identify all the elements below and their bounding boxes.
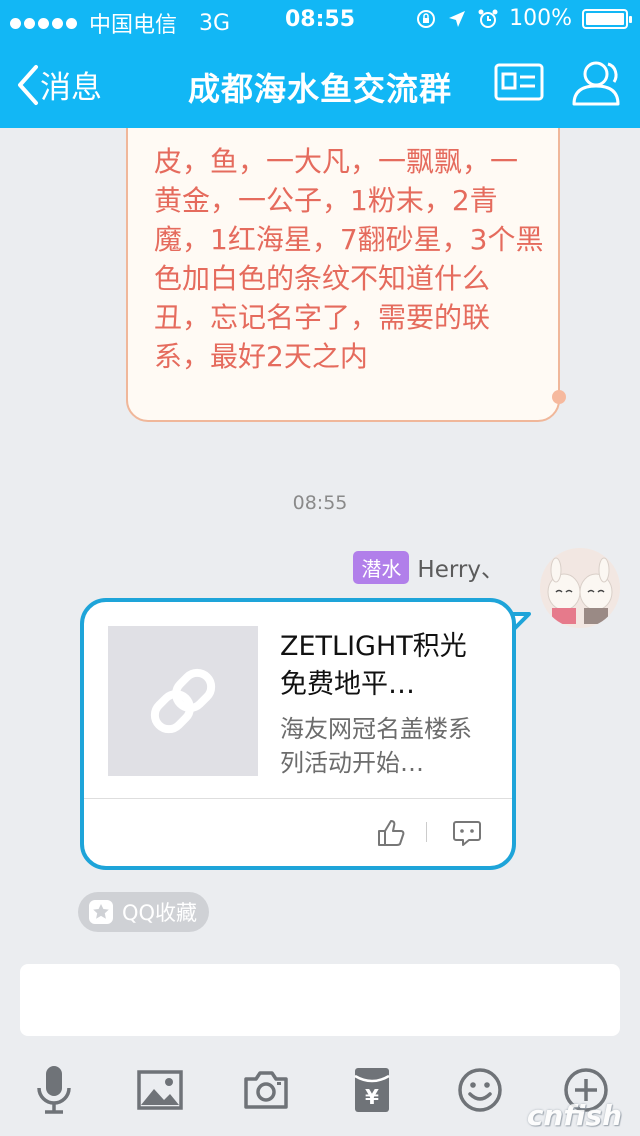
camera-button[interactable] [240, 1064, 292, 1116]
card-description: 海友网冠名盖楼系列活动开始… [280, 715, 472, 777]
avatar[interactable] [540, 548, 620, 628]
photo-button[interactable] [134, 1064, 186, 1116]
action-separator [426, 822, 427, 842]
message-timestamp: 08:55 [292, 492, 348, 514]
card-divider [84, 798, 512, 799]
watermark: cnfish [526, 1099, 622, 1132]
card-actions [84, 800, 512, 866]
like-button[interactable] [376, 818, 406, 852]
microphone-icon [37, 1066, 71, 1114]
group-profile-button[interactable] [494, 62, 544, 106]
red-packet-button[interactable]: ¥ [346, 1064, 398, 1116]
link-thumbnail [108, 626, 258, 776]
page-title: 成都海水鱼交流群 [187, 70, 452, 108]
red-packet-icon: ¥ [354, 1068, 390, 1112]
chat-area[interactable]: 皮，鱼，一大凡，一飘飘，一黄金，一公子，1粉末，2青魔，1红海星，7翻砂星，3个… [0, 128, 640, 960]
previous-message-bubble[interactable]: 皮，鱼，一大凡，一飘飘，一黄金，一公子，1粉末，2青魔，1红海星，7翻砂星，3个… [126, 128, 566, 422]
image-icon [137, 1070, 183, 1110]
user-icon [572, 61, 620, 106]
sender-name: Herry、 [417, 557, 504, 583]
comment-button[interactable] [452, 818, 482, 852]
member-level-badge: 潜水 [353, 550, 410, 584]
qq-favorite-chip[interactable]: QQ收藏 [78, 892, 210, 932]
link-icon [150, 668, 216, 734]
rotation-lock-icon [417, 9, 436, 28]
thumbs-up-icon [378, 820, 405, 846]
input-toolbar: ¥ cnfish [0, 1050, 640, 1136]
voice-button[interactable] [28, 1064, 80, 1116]
shared-link-card[interactable]: ZETLIGHT积光免费地平… 海友网冠名盖楼系列活动开始… [80, 598, 516, 870]
battery-percent: 100% [509, 6, 572, 31]
location-arrow-icon [449, 10, 466, 27]
emoji-button[interactable] [454, 1064, 506, 1116]
sender-info: 潜水 Herry、 [353, 550, 504, 584]
card-title: ZETLIGHT积光免费地平… [280, 631, 467, 700]
alarm-icon [478, 9, 498, 28]
comment-icon [453, 821, 481, 846]
status-bar: 中国电信 3G 08:55 100% [0, 0, 640, 40]
message-input[interactable] [20, 964, 620, 1036]
group-members-button[interactable] [568, 58, 626, 112]
qq-favorite-label: QQ收藏 [122, 901, 198, 925]
battery-icon [582, 8, 632, 29]
avatar-image [540, 548, 620, 628]
star-icon [89, 900, 113, 924]
bubble-decoration [552, 390, 566, 404]
emoji-icon [458, 1068, 502, 1112]
previous-message-text: 皮，鱼，一大凡，一飘飘，一黄金，一公子，1粉末，2青魔，1红海星，7翻砂星，3个… [154, 145, 544, 373]
nav-bar: 消息 成都海水鱼交流群 [0, 40, 640, 128]
status-right: 100% [415, 6, 632, 31]
id-card-icon [494, 63, 544, 101]
camera-icon [244, 1071, 288, 1109]
svg-text:¥: ¥ [365, 1085, 379, 1109]
